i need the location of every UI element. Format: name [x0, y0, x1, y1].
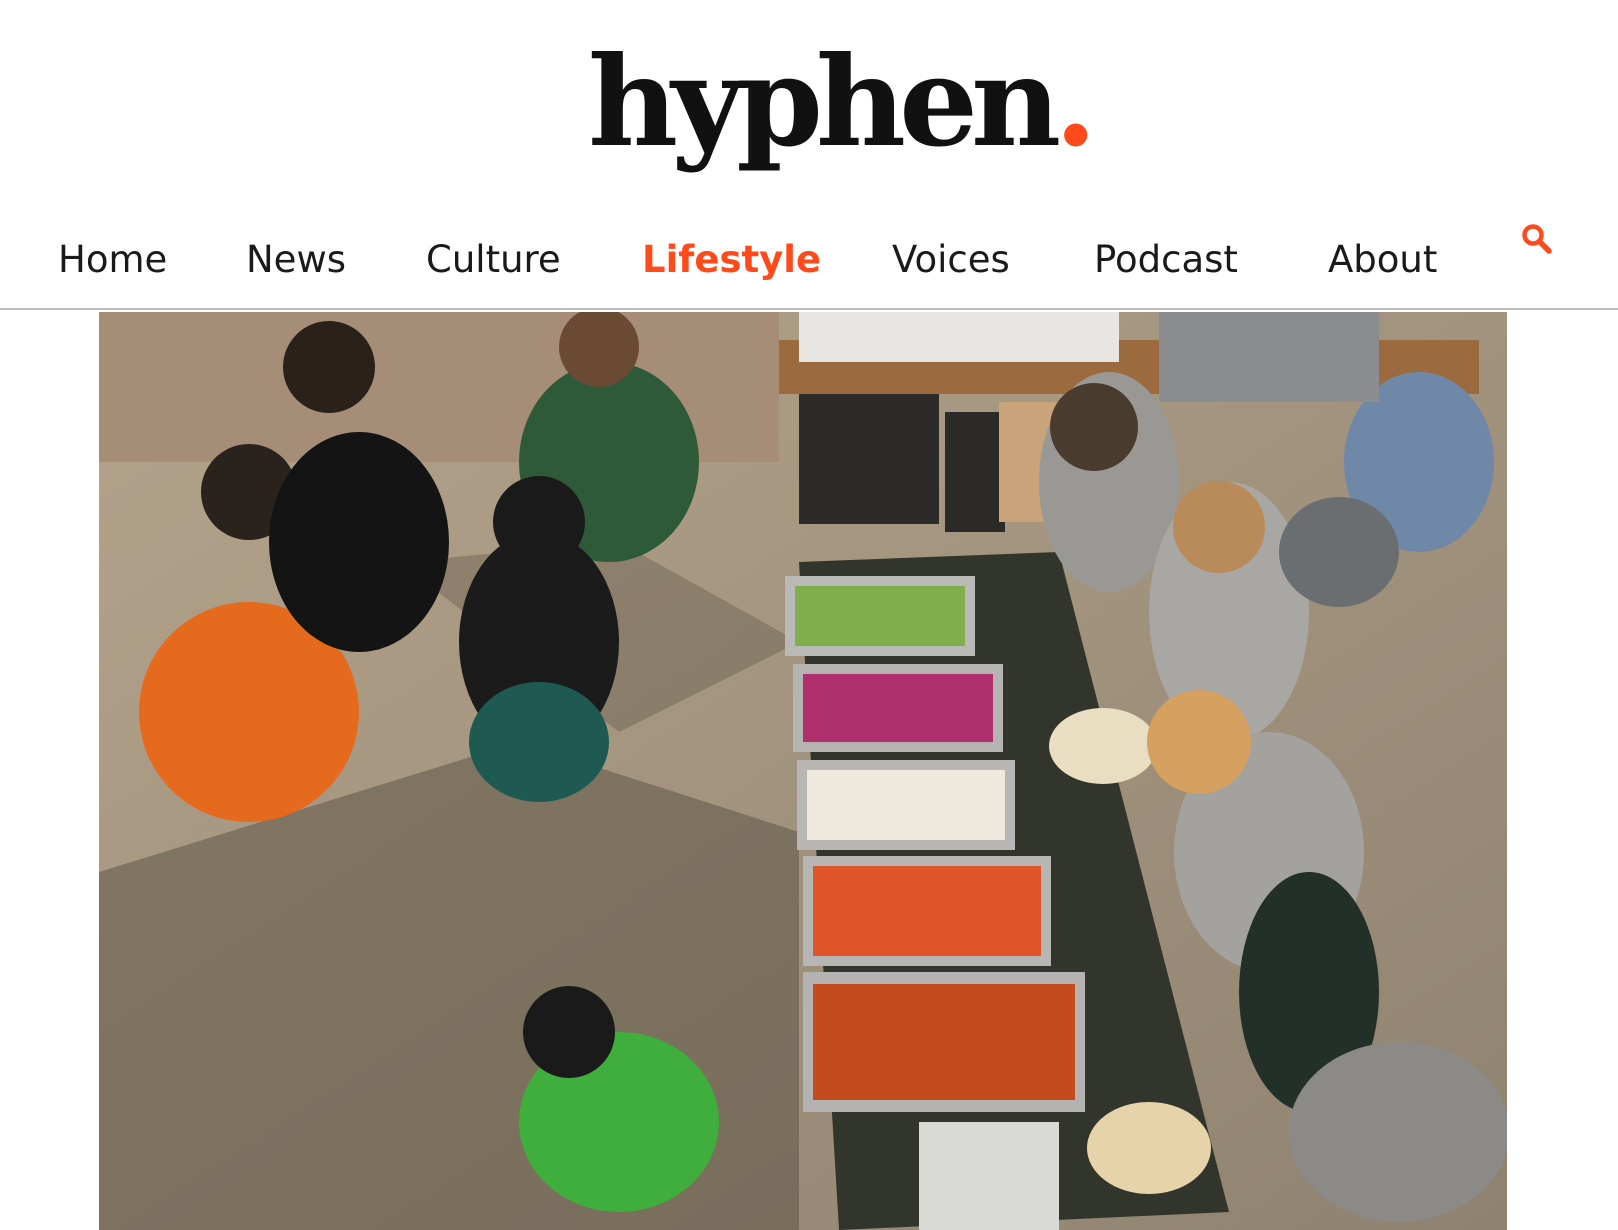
- masthead: hyphen.: [0, 0, 1618, 190]
- main-nav: Home News Culture Lifestyle Voices Podca…: [0, 190, 1618, 328]
- nav-item-lifestyle-label: Lifestyle: [642, 238, 822, 281]
- nav-item-culture[interactable]: Culture: [426, 238, 561, 282]
- nav-item-about[interactable]: About: [1328, 238, 1437, 282]
- nav-item-home[interactable]: Home: [58, 238, 167, 282]
- search-icon: [1522, 224, 1552, 254]
- logo-text: hyphen: [588, 30, 1061, 175]
- nav-item-voices[interactable]: Voices: [892, 238, 1010, 282]
- site-logo[interactable]: hyphen.: [588, 28, 1097, 178]
- nav-item-podcast[interactable]: Podcast: [1094, 238, 1238, 282]
- logo-dot: .: [1054, 30, 1097, 175]
- nav-item-news[interactable]: News: [246, 238, 346, 282]
- hero-image[interactable]: [99, 312, 1507, 1230]
- hero-photo: [99, 312, 1507, 1230]
- nav-item-lifestyle[interactable]: Lifestyle: [642, 238, 822, 328]
- search-button[interactable]: [1520, 222, 1554, 256]
